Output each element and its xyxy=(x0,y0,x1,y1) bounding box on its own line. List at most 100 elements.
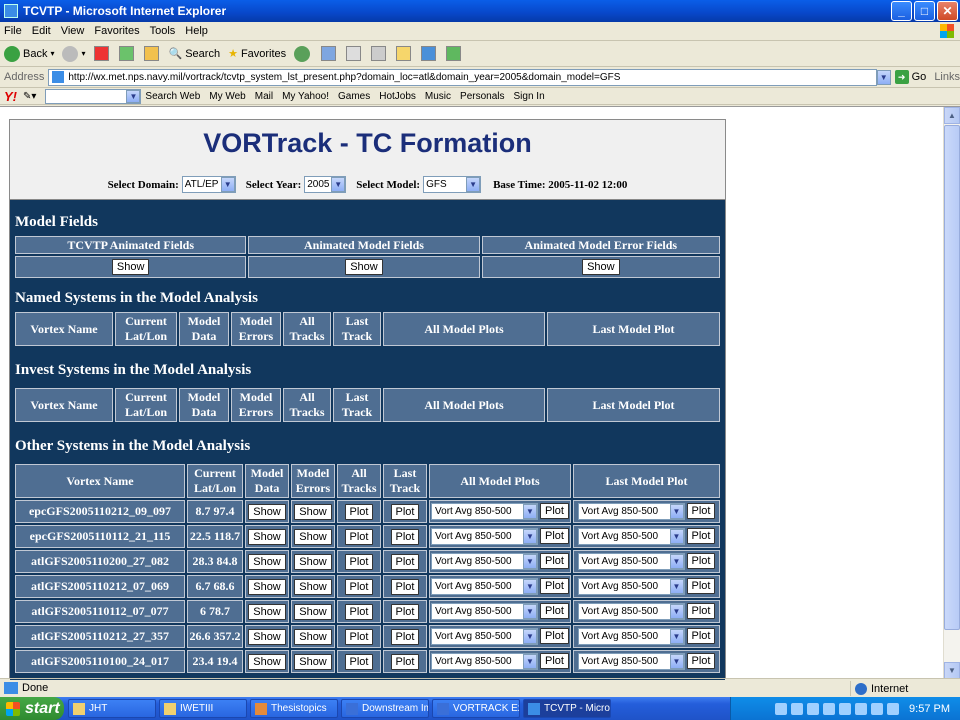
scroll-down-icon[interactable]: ▼ xyxy=(944,662,960,679)
all-model-plots-select[interactable]: Vort Avg 850-500 ▼ xyxy=(431,578,539,595)
show-model-errors-button[interactable]: Show xyxy=(294,653,332,670)
all-model-plots-select[interactable]: Vort Avg 850-500 ▼ xyxy=(431,653,539,670)
menu-favorites[interactable]: Favorites xyxy=(94,25,139,37)
tray-icon[interactable] xyxy=(791,702,804,715)
menu-edit[interactable]: Edit xyxy=(32,25,51,37)
all-model-plots-select[interactable]: Vort Avg 850-500 ▼ xyxy=(431,528,539,545)
minimize-button[interactable]: _ xyxy=(891,1,912,21)
last-model-plot-select[interactable]: Vort Avg 850-500 ▼ xyxy=(577,628,685,645)
plot-all-model-button[interactable]: Plot xyxy=(540,528,569,544)
plot-last-track-button[interactable]: Plot xyxy=(390,578,420,595)
last-model-plot-select[interactable]: Vort Avg 850-500 ▼ xyxy=(577,553,685,570)
task-iwetiii[interactable]: IWETIII xyxy=(159,699,247,718)
plot-last-model-button[interactable]: Plot xyxy=(686,578,716,594)
favorites-button[interactable]: ★ Favorites xyxy=(228,47,286,61)
task-thesistopics[interactable]: Thesistopics xyxy=(250,699,338,718)
search-button[interactable]: 🔍 Search xyxy=(169,47,221,61)
all-model-plots-select[interactable]: Vort Avg 850-500 ▼ xyxy=(431,553,539,570)
plot-all-model-button[interactable]: Plot xyxy=(540,503,569,519)
menu-view[interactable]: View xyxy=(61,25,85,37)
last-model-plot-select[interactable]: Vort Avg 850-500 ▼ xyxy=(577,603,685,620)
plot-all-model-button[interactable]: Plot xyxy=(540,628,569,644)
plot-last-model-button[interactable]: Plot xyxy=(686,503,716,519)
plot-last-track-button[interactable]: Plot xyxy=(390,553,420,570)
plot-all-model-button[interactable]: Plot xyxy=(540,653,569,669)
address-input[interactable]: http://wx.met.nps.navy.mil/vortrack/tcvt… xyxy=(48,68,877,86)
yahoo-item-my-web[interactable]: My Web xyxy=(209,91,246,102)
last-model-plot-select[interactable]: Vort Avg 850-500 ▼ xyxy=(577,528,685,545)
plot-all-tracks-button[interactable]: Plot xyxy=(344,503,374,520)
address-dropdown-icon[interactable]: ▼ xyxy=(876,69,891,85)
yahoo-item-hotjobs[interactable]: HotJobs xyxy=(379,91,416,102)
show-model-data-button[interactable]: Show xyxy=(248,628,286,645)
plot-last-track-button[interactable]: Plot xyxy=(390,628,420,645)
tray-icon[interactable] xyxy=(871,702,884,715)
yahoo-item-sign-in[interactable]: Sign In xyxy=(514,91,545,102)
back-button[interactable]: Back ▾ xyxy=(4,45,54,62)
yahoo-search-input[interactable]: ▼ xyxy=(45,88,142,104)
all-model-plots-select[interactable]: Vort Avg 850-500 ▼ xyxy=(431,503,539,520)
show-model-errors-button[interactable]: Show xyxy=(294,553,332,570)
show-model-data-button[interactable]: Show xyxy=(248,653,286,670)
last-model-plot-select[interactable]: Vort Avg 850-500 ▼ xyxy=(577,653,685,670)
show-model-errors-button[interactable]: Show xyxy=(294,628,332,645)
task-vortrack[interactable]: VORTRACK Exa... xyxy=(432,699,520,718)
plot-last-model-button[interactable]: Plot xyxy=(686,603,716,619)
last-model-plot-select[interactable]: Vort Avg 850-500 ▼ xyxy=(577,503,685,520)
stop-button[interactable] xyxy=(93,46,111,61)
research-button[interactable] xyxy=(446,46,463,61)
edit-button[interactable] xyxy=(371,46,388,61)
yahoo-logo-icon[interactable]: Y! xyxy=(4,89,17,104)
plot-all-tracks-button[interactable]: Plot xyxy=(344,603,374,620)
show-model-errors-button[interactable]: Show xyxy=(294,528,332,545)
menu-help[interactable]: Help xyxy=(185,25,208,37)
all-model-plots-select[interactable]: Vort Avg 850-500 ▼ xyxy=(431,603,539,620)
forward-button[interactable]: ▾ xyxy=(62,45,86,62)
plot-last-model-button[interactable]: Plot xyxy=(686,653,716,669)
domain-select[interactable]: ATL/EP ▼ xyxy=(181,176,236,193)
scrollbar-thumb[interactable] xyxy=(944,125,960,630)
plot-last-track-button[interactable]: Plot xyxy=(390,603,420,620)
tray-icon[interactable] xyxy=(775,702,788,715)
yahoo-item-my-yahoo[interactable]: My Yahoo! xyxy=(282,91,329,102)
start-button[interactable]: start xyxy=(0,697,64,720)
messenger-button[interactable] xyxy=(421,46,438,61)
show-model-error-fields-button[interactable]: Show xyxy=(582,259,620,275)
show-model-errors-button[interactable]: Show xyxy=(294,503,332,520)
scroll-up-icon[interactable]: ▲ xyxy=(944,107,960,124)
maximize-button[interactable]: □ xyxy=(914,1,935,21)
tray-icon[interactable] xyxy=(807,702,820,715)
plot-all-tracks-button[interactable]: Plot xyxy=(344,528,374,545)
print-button[interactable] xyxy=(346,46,363,61)
plot-all-tracks-button[interactable]: Plot xyxy=(344,553,374,570)
plot-last-model-button[interactable]: Plot xyxy=(686,628,716,644)
links-button[interactable]: Links xyxy=(934,71,960,83)
yahoo-item-music[interactable]: Music xyxy=(425,91,451,102)
plot-last-track-button[interactable]: Plot xyxy=(390,528,420,545)
menu-file[interactable]: File xyxy=(4,25,22,37)
plot-all-model-button[interactable]: Plot xyxy=(540,578,569,594)
yahoo-item-games[interactable]: Games xyxy=(338,91,370,102)
last-model-plot-select[interactable]: Vort Avg 850-500 ▼ xyxy=(577,578,685,595)
search-web-button[interactable]: Search Web xyxy=(145,91,200,102)
tray-icon[interactable] xyxy=(823,702,836,715)
chevron-down-icon[interactable]: ▼ xyxy=(126,89,141,103)
task-jht[interactable]: JHT xyxy=(68,699,156,718)
show-tcvtp-fields-button[interactable]: Show xyxy=(111,259,150,275)
model-select[interactable]: GFS ▼ xyxy=(423,176,482,193)
show-model-data-button[interactable]: Show xyxy=(248,553,286,570)
year-select[interactable]: 2005 ▼ xyxy=(304,176,347,193)
plot-all-model-button[interactable]: Plot xyxy=(540,603,569,619)
plot-all-tracks-button[interactable]: Plot xyxy=(344,653,374,670)
close-button[interactable]: ✕ xyxy=(937,1,958,21)
folder-button[interactable] xyxy=(396,46,413,61)
all-model-plots-select[interactable]: Vort Avg 850-500 ▼ xyxy=(431,628,539,645)
show-model-fields-button[interactable]: Show xyxy=(345,259,383,275)
plot-last-track-button[interactable]: Plot xyxy=(390,653,420,670)
mail-button[interactable] xyxy=(321,46,338,61)
plot-all-tracks-button[interactable]: Plot xyxy=(344,578,374,595)
show-model-data-button[interactable]: Show xyxy=(248,503,286,520)
tray-icon[interactable] xyxy=(887,702,900,715)
menu-tools[interactable]: Tools xyxy=(150,25,176,37)
show-model-errors-button[interactable]: Show xyxy=(294,603,332,620)
